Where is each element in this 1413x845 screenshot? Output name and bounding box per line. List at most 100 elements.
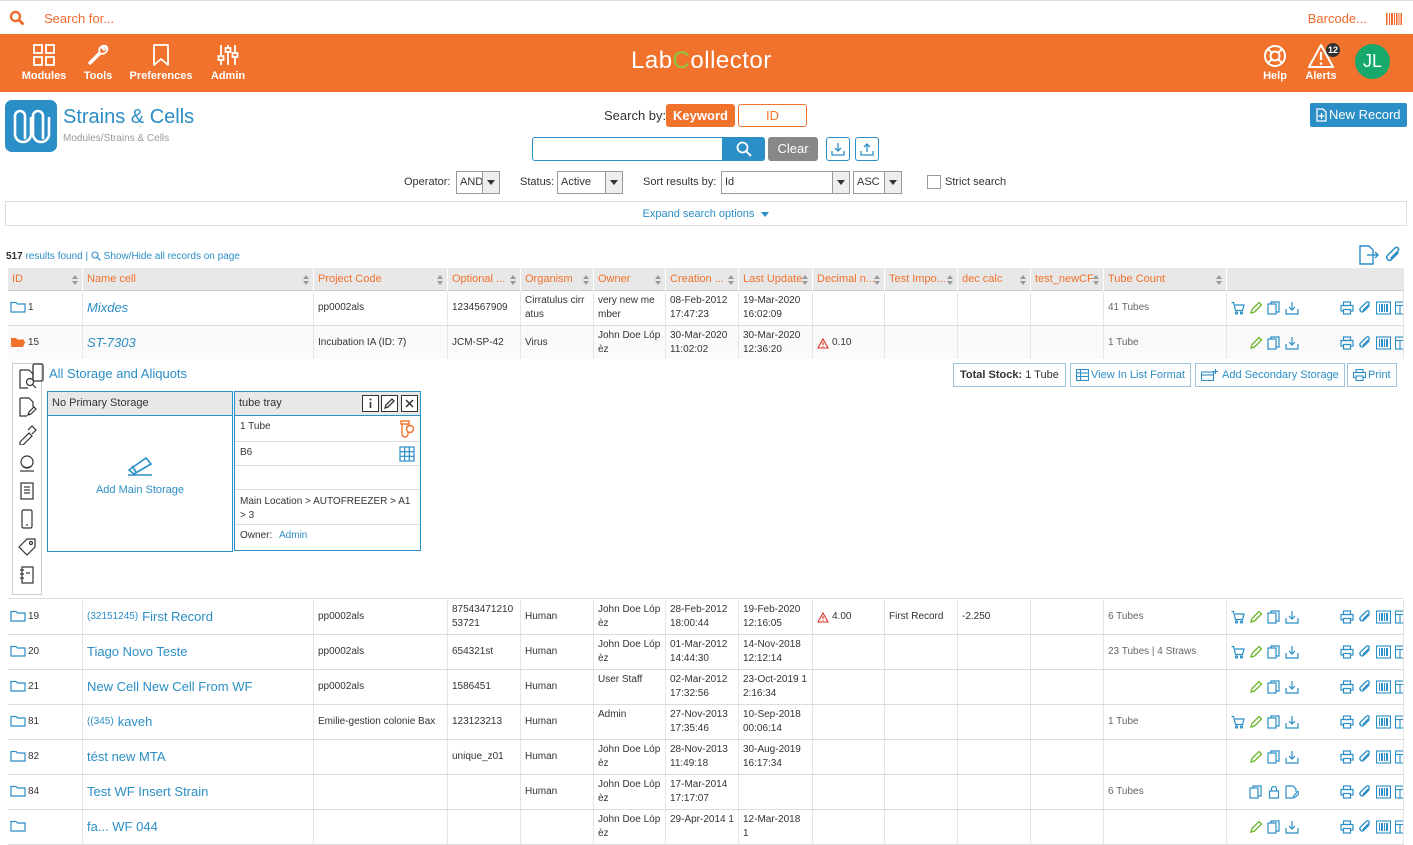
sort-arrows-icon[interactable] — [1093, 275, 1100, 285]
name-cell[interactable]: ST-7303 — [83, 326, 314, 360]
pencil-icon[interactable] — [1249, 301, 1265, 315]
column-header[interactable]: Project Code — [314, 268, 448, 291]
add-main-storage[interactable]: Add Main Storage — [48, 452, 232, 496]
label-print-icon[interactable] — [1395, 301, 1403, 315]
all-storage-link[interactable]: All Storage and Aliquots — [32, 363, 187, 382]
sort-arrows-icon[interactable] — [802, 275, 809, 285]
show-hide-all-link[interactable]: Show/Hide all records on page — [104, 251, 240, 262]
global-search-input[interactable]: Search for... — [44, 11, 114, 26]
strict-search-checkbox[interactable] — [927, 175, 941, 189]
add-secondary-storage-button[interactable]: Add Secondary Storage — [1195, 363, 1345, 387]
sort-arrows-icon[interactable] — [655, 275, 662, 285]
pencil-icon[interactable] — [1249, 336, 1265, 350]
nav-modules[interactable]: Modules — [18, 34, 70, 92]
folder-icon[interactable] — [10, 610, 28, 624]
cart-icon[interactable] — [1231, 610, 1247, 624]
name-cell[interactable]: Mixdes — [83, 291, 314, 325]
barcode-icon[interactable] — [1386, 13, 1402, 25]
copy-icon[interactable] — [1267, 610, 1283, 624]
printer-icon[interactable] — [1340, 610, 1356, 624]
tag-icon[interactable] — [17, 537, 37, 557]
tablet-icon[interactable] — [17, 509, 37, 529]
copy-icon[interactable] — [1267, 301, 1283, 315]
name-cell[interactable]: Tiago Novo Teste — [83, 635, 314, 669]
operator-select[interactable]: AND — [456, 171, 500, 194]
nav-help[interactable]: Help — [1259, 34, 1291, 92]
table-row[interactable]: 82 tést new MTA unique_z01 Human John Doe Ló… — [8, 740, 1404, 775]
document-edit-icon[interactable] — [17, 397, 37, 417]
column-header[interactable]: Tube Count — [1104, 268, 1227, 291]
sort-arrows-icon[interactable] — [437, 275, 444, 285]
table-row[interactable]: 84 Test WF Insert Strain Human John Doe Lóp… — [8, 775, 1404, 810]
download-icon[interactable] — [1285, 301, 1301, 315]
lock-icon[interactable] — [1267, 785, 1283, 799]
barcode-icon[interactable] — [1376, 715, 1393, 729]
copy-icon[interactable] — [1267, 680, 1283, 694]
new-record-button[interactable]: New Record — [1310, 103, 1407, 127]
label-print-icon[interactable] — [1395, 820, 1403, 834]
barcode-icon[interactable] — [1376, 750, 1393, 764]
column-header[interactable]: Optional ... — [448, 268, 521, 291]
barcode-icon[interactable] — [1376, 820, 1393, 834]
user-avatar[interactable]: JL — [1355, 44, 1390, 79]
record-name-link[interactable]: New Cell New Cell From WF — [87, 680, 252, 694]
paperclip-icon[interactable] — [1383, 245, 1403, 265]
keyword-search-input[interactable] — [532, 137, 723, 161]
label-print-icon[interactable] — [1395, 750, 1403, 764]
sort-arrows-icon[interactable] — [583, 275, 590, 285]
table-row[interactable]: fa... WF 044 John Doe Lópèz 29-Apr-2014 1 1… — [8, 810, 1404, 845]
table-row[interactable]: 20 Tiago Novo Teste pp0002als 654321st Human… — [8, 635, 1404, 670]
paperclip-icon[interactable] — [1358, 645, 1374, 659]
keyword-search-button[interactable] — [722, 137, 765, 161]
grid-table-icon[interactable] — [399, 446, 415, 462]
column-header[interactable]: Decimal n... — [813, 268, 885, 291]
name-cell[interactable]: New Cell New Cell From WF — [83, 670, 314, 704]
label-print-icon[interactable] — [1395, 785, 1403, 799]
paperclip-icon[interactable] — [1358, 715, 1374, 729]
name-cell[interactable]: Test WF Insert Strain — [83, 775, 314, 809]
column-header[interactable]: Test Impo... — [885, 268, 958, 291]
download-icon[interactable] — [1285, 715, 1301, 729]
column-header[interactable]: ID — [8, 268, 83, 291]
barcode-icon[interactable] — [1376, 785, 1393, 799]
record-name-link[interactable]: ST-7303 — [87, 336, 136, 350]
view-list-format-button[interactable]: View In List Format — [1070, 363, 1191, 387]
record-name-link[interactable]: First Record — [142, 610, 213, 624]
name-cell[interactable]: ((345) kaveh — [83, 705, 314, 739]
status-select[interactable]: Active — [557, 171, 623, 194]
paperclip-icon[interactable] — [1358, 785, 1374, 799]
spiral-notebook-icon[interactable] — [17, 565, 37, 585]
printer-icon[interactable] — [1340, 750, 1356, 764]
pencil-icon[interactable] — [1249, 645, 1265, 659]
folder-icon[interactable] — [10, 820, 28, 834]
label-print-icon[interactable] — [1395, 336, 1403, 350]
owner-value-link[interactable]: Admin — [279, 530, 307, 541]
pencil-icon[interactable] — [1249, 750, 1265, 764]
expand-search-options[interactable]: Expand search options — [5, 201, 1407, 226]
paperclip-icon[interactable] — [1358, 820, 1374, 834]
sort-arrows-icon[interactable] — [874, 275, 881, 285]
folder-icon[interactable] — [10, 680, 28, 694]
sort-arrows-icon[interactable] — [72, 275, 79, 285]
pencil-icon[interactable] — [1249, 715, 1265, 729]
copy-icon[interactable] — [1267, 820, 1283, 834]
barcode-icon[interactable] — [1376, 645, 1393, 659]
printer-icon[interactable] — [1340, 645, 1356, 659]
barcode-icon[interactable] — [1376, 610, 1393, 624]
tube-icon[interactable] — [399, 420, 415, 438]
record-name-link[interactable]: Tiago Novo Teste — [87, 645, 187, 659]
folder-icon[interactable] — [10, 785, 28, 799]
paperclip-icon[interactable] — [1358, 336, 1374, 350]
nav-admin[interactable]: Admin — [207, 34, 249, 92]
name-cell[interactable]: tést new MTA — [83, 740, 314, 774]
printer-icon[interactable] — [1340, 336, 1356, 350]
name-cell[interactable]: (32151245) First Record — [83, 600, 314, 634]
download-icon[interactable] — [1285, 680, 1301, 694]
barcode-icon[interactable] — [1376, 336, 1393, 350]
record-name-link[interactable]: Mixdes — [87, 301, 128, 315]
download-icon[interactable] — [1285, 820, 1301, 834]
sort-direction-select[interactable]: ASC — [853, 171, 902, 194]
folder-icon[interactable] — [10, 301, 28, 315]
sort-arrows-icon[interactable] — [728, 275, 735, 285]
record-name-link[interactable]: kaveh — [118, 715, 153, 729]
